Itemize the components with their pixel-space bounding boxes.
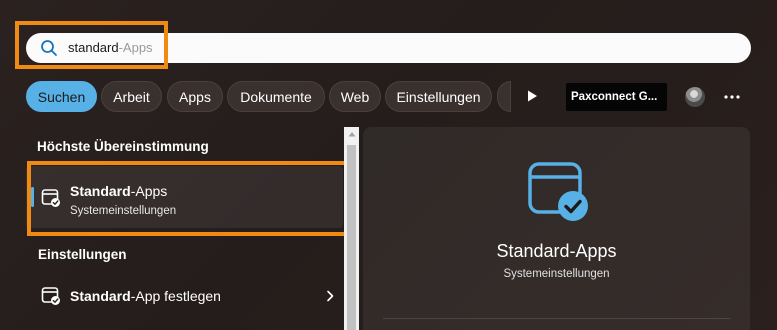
- play-icon[interactable]: [525, 89, 539, 103]
- search-autocomplete-text: -Apps: [118, 40, 153, 55]
- default-apps-icon: [41, 189, 60, 207]
- filter-chip-einstellungen[interactable]: Einstellungen: [385, 81, 492, 112]
- default-apps-large-icon: [528, 162, 588, 221]
- preview-title: Standard-Apps: [496, 241, 617, 261]
- settings-item-title-bold: Standard: [70, 288, 131, 304]
- scroll-up-arrow-icon[interactable]: [348, 131, 356, 137]
- search-box[interactable]: standard-Apps: [26, 33, 751, 63]
- best-match-title-rest: -Apps: [130, 183, 168, 199]
- search-icon: [41, 40, 57, 56]
- best-match-title: Standard-Apps: [70, 183, 167, 199]
- best-match-header: Höchste Übereinstimmung: [37, 139, 209, 154]
- filter-chip-dokumente[interactable]: Dokumente: [227, 81, 325, 112]
- account-org-badge[interactable]: Paxconnect G...: [566, 83, 667, 111]
- filter-chip-web[interactable]: Web: [329, 81, 381, 112]
- filter-chip-arbeit[interactable]: Arbeit: [101, 81, 162, 112]
- search-input[interactable]: standard-Apps: [68, 40, 153, 55]
- filter-chip-suchen[interactable]: Suchen: [26, 81, 97, 112]
- best-match-subtitle: Systemeinstellungen: [70, 205, 177, 217]
- avatar[interactable]: [685, 87, 705, 107]
- settings-item-title: Standard-App festlegen: [70, 288, 221, 304]
- preview-panel: [363, 127, 750, 330]
- search-typed-text: standard: [68, 40, 119, 55]
- filter-chip-apps[interactable]: Apps: [167, 81, 223, 112]
- default-apps-icon: [41, 287, 60, 305]
- chevron-right-icon[interactable]: [326, 290, 334, 302]
- more-icon[interactable]: [724, 94, 740, 100]
- preview-divider: [383, 318, 730, 319]
- best-match-title-bold: Standard: [70, 183, 131, 199]
- filter-chip-truncated[interactable]: [497, 81, 511, 112]
- settings-header: Einstellungen: [38, 247, 127, 262]
- scrollbar-thumb[interactable]: [347, 145, 356, 330]
- settings-item-title-rest: -App festlegen: [130, 288, 221, 304]
- selection-indicator: [31, 187, 34, 207]
- preview-subtitle: Systemeinstellungen: [503, 268, 610, 280]
